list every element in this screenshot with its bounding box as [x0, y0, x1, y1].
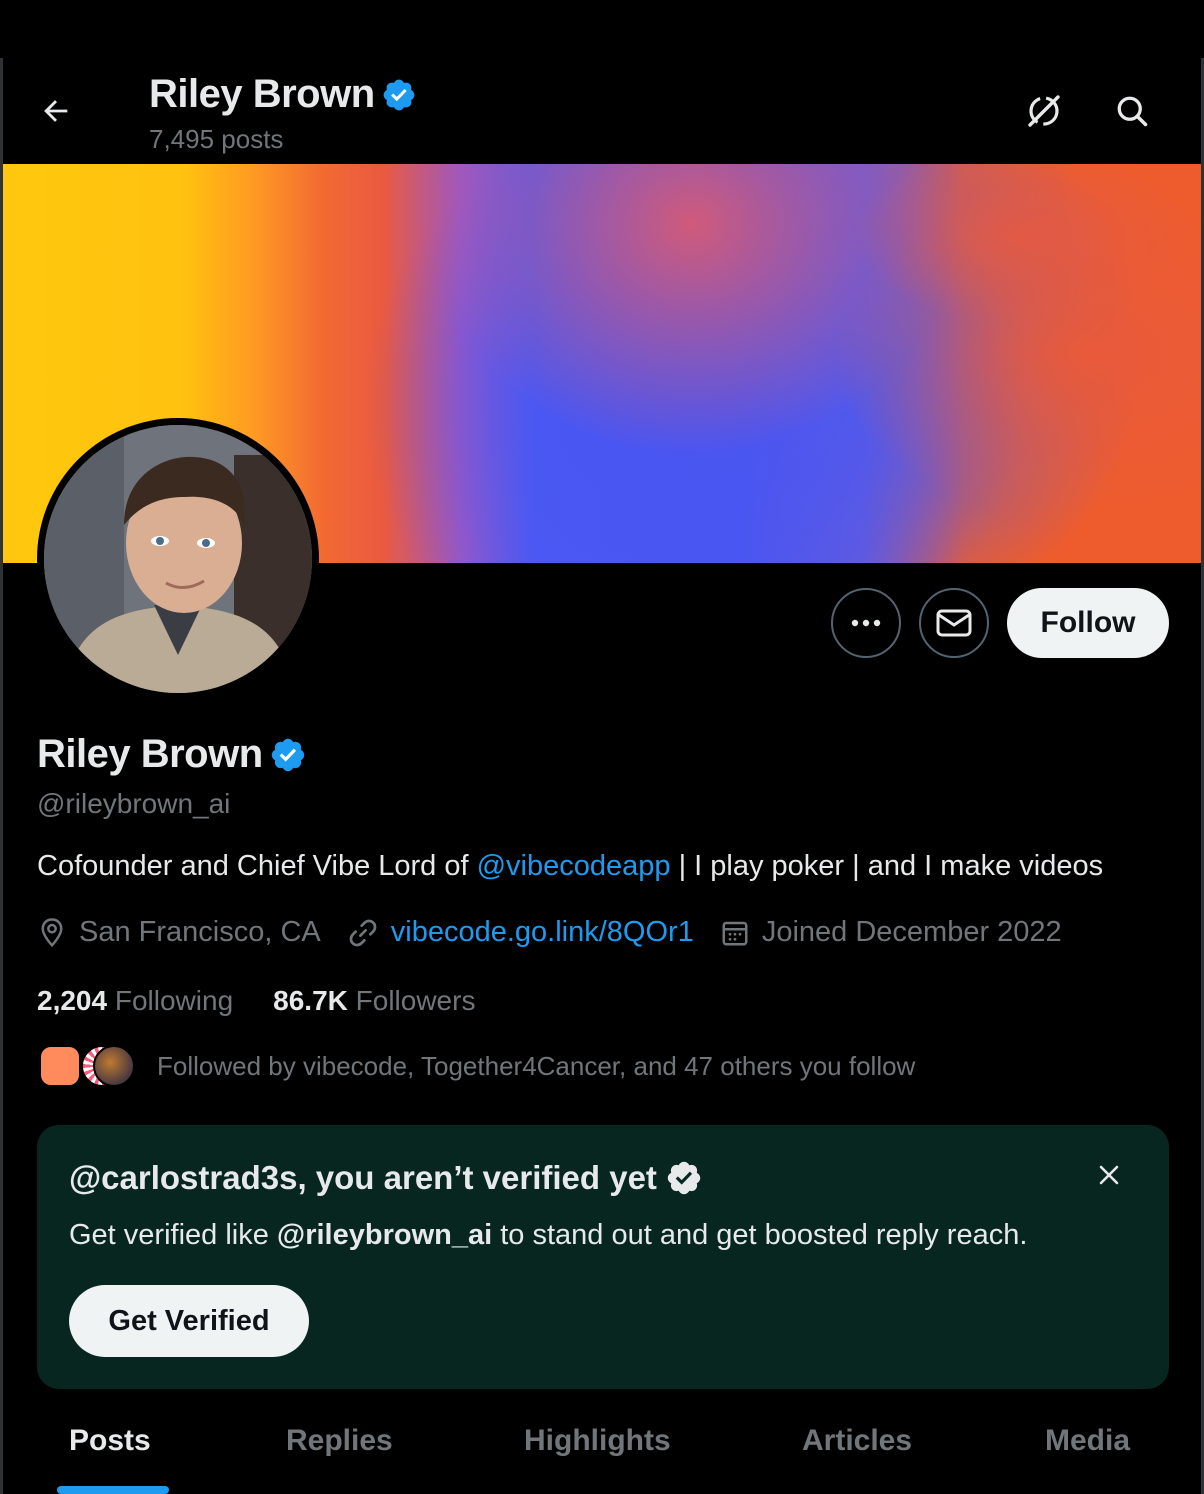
profile-page: Riley Brown 7,495 posts Follow Riley Bro… — [0, 58, 1204, 1494]
more-icon — [851, 619, 881, 627]
following-count: 2,204 — [37, 985, 108, 1016]
followed-by-avatars — [37, 1043, 137, 1089]
profile-avatar[interactable] — [37, 418, 319, 700]
envelope-icon — [936, 609, 972, 637]
follower-avatar — [93, 1045, 135, 1087]
profile-header: Riley Brown 7,495 posts — [3, 58, 1201, 164]
joined-item: Joined December 2022 — [720, 916, 1062, 949]
more-options-button[interactable] — [831, 588, 901, 658]
follow-button[interactable]: Follow — [1007, 588, 1169, 658]
avatar-portrait — [44, 425, 312, 693]
location-item: San Francisco, CA — [37, 916, 321, 949]
profile-tabs: Posts Replies Highlights Articles Media — [3, 1402, 1201, 1494]
profile-handle: @rileybrown_ai — [37, 788, 231, 819]
back-button[interactable] — [33, 88, 79, 134]
message-button[interactable] — [919, 588, 989, 658]
following-label: Following — [114, 985, 234, 1016]
arrow-left-icon — [44, 100, 68, 122]
following-link[interactable]: 2,204 Following — [37, 985, 233, 1017]
link-icon — [349, 919, 377, 946]
followers-label: Followers — [355, 985, 476, 1016]
website-link[interactable]: vibecode.go.link/8QOr1 — [391, 916, 694, 949]
verify-prompt-card: @carlostrad3s, you aren’t verified yet G… — [37, 1125, 1169, 1389]
tab-posts[interactable]: Posts — [69, 1424, 151, 1458]
tab-articles[interactable]: Articles — [802, 1424, 912, 1458]
verify-title: @carlostrad3s, you aren’t verified yet — [69, 1159, 703, 1197]
verify-title-text: @carlostrad3s, you aren’t verified yet — [69, 1159, 657, 1196]
bio-text-prefix: Cofounder and Chief Vibe Lord of — [37, 850, 477, 882]
followed-by-text: Followed by vibecode, Together4Cancer, a… — [157, 1050, 916, 1081]
followed-by[interactable]: Followed by vibecode, Together4Cancer, a… — [37, 1043, 915, 1089]
verify-description: Get verified like @rileybrown_ai to stan… — [69, 1219, 1027, 1252]
location-text: San Francisco, CA — [79, 916, 321, 948]
verified-badge-icon — [383, 79, 415, 110]
close-button[interactable] — [1089, 1155, 1129, 1195]
grok-icon — [1028, 95, 1060, 127]
header-name: Riley Brown — [149, 72, 375, 116]
profile-name: Riley Brown — [37, 732, 307, 777]
verify-text-prefix: Get verified like — [69, 1219, 277, 1251]
grok-button[interactable] — [1019, 86, 1069, 136]
verify-text-handle: @rileybrown_ai — [276, 1219, 493, 1251]
tab-replies[interactable]: Replies — [286, 1424, 393, 1458]
verify-text-suffix: to stand out and get boosted reply reach… — [492, 1219, 1028, 1251]
posts-count: 7,495 posts — [149, 124, 284, 154]
header-title: Riley Brown — [149, 72, 417, 117]
followers-count: 86.7K — [273, 985, 348, 1016]
avatar-photo — [44, 425, 312, 693]
top-strip — [0, 0, 1204, 58]
follower-avatar — [39, 1045, 81, 1087]
tab-media[interactable]: Media — [1045, 1424, 1130, 1458]
verified-badge-outline-icon — [667, 1161, 701, 1195]
profile-name-text: Riley Brown — [37, 732, 263, 776]
search-icon — [1117, 96, 1148, 127]
profile-bio: Cofounder and Chief Vibe Lord of @vibeco… — [37, 850, 1103, 883]
follow-stats: 2,204 Following 86.7K Followers — [37, 985, 515, 1017]
calendar-icon — [722, 921, 748, 945]
bio-text-suffix: | I play poker | and I make videos — [670, 850, 1104, 882]
search-button[interactable] — [1107, 86, 1157, 136]
verified-badge-icon — [271, 738, 304, 771]
website-item: vibecode.go.link/8QOr1 — [347, 916, 694, 949]
close-icon — [1099, 1165, 1119, 1185]
bio-mention-link[interactable]: @vibecodeapp — [477, 850, 671, 882]
profile-meta: San Francisco, CA vibecode.go.link/8QOr1… — [37, 916, 1088, 949]
followers-link[interactable]: 86.7K Followers — [273, 985, 475, 1017]
tab-highlights[interactable]: Highlights — [524, 1424, 671, 1458]
joined-text: Joined December 2022 — [761, 916, 1062, 948]
active-tab-indicator — [57, 1486, 169, 1494]
location-pin-icon — [41, 917, 63, 947]
get-verified-button[interactable]: Get Verified — [69, 1285, 309, 1357]
